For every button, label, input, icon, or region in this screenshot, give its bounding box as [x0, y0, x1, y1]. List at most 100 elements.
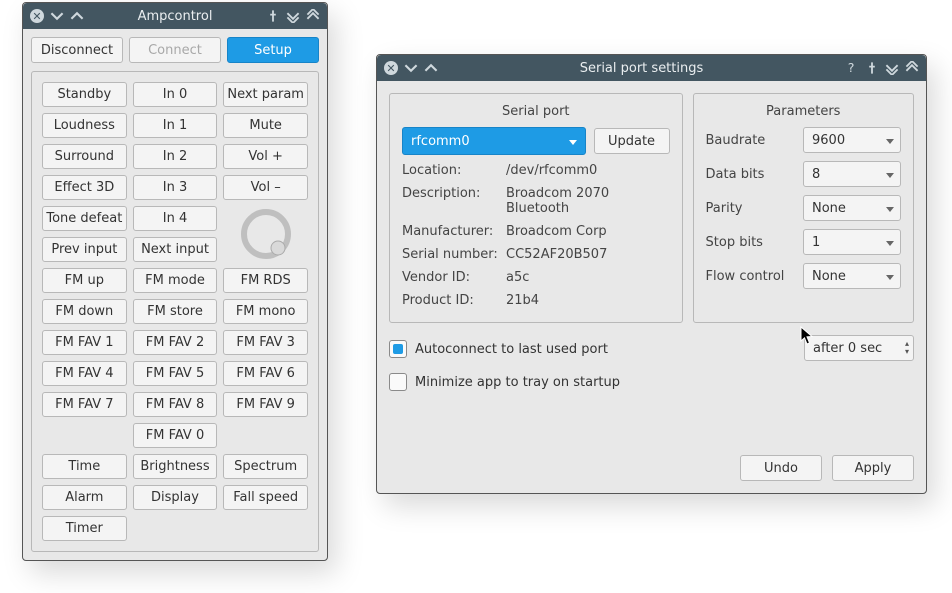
next-param-button[interactable]: Next param [223, 82, 308, 107]
time-button[interactable]: Time [42, 454, 127, 479]
fm-fav-6-button[interactable]: FM FAV 6 [223, 361, 308, 386]
parity-dropdown[interactable]: None [803, 195, 901, 221]
description-value: Broadcom 2070 Bluetooth [506, 186, 670, 216]
in4-button[interactable]: In 4 [133, 206, 218, 231]
databits-label: Data bits [706, 167, 765, 182]
loudness-button[interactable]: Loudness [42, 113, 127, 138]
location-value: /dev/rfcomm0 [506, 163, 670, 178]
serial-number-label: Serial number: [402, 247, 498, 262]
maximize-icon[interactable] [905, 61, 919, 75]
chevron-down-icon [886, 235, 894, 250]
close-icon[interactable]: ✕ [30, 9, 44, 23]
vendor-id-value: a5c [506, 270, 670, 285]
volume-knob[interactable] [223, 206, 308, 262]
vendor-id-label: Vendor ID: [402, 270, 498, 285]
next-input-button[interactable]: Next input [133, 237, 218, 262]
stopbits-value: 1 [812, 235, 820, 250]
serial-titlebar[interactable]: ✕ Serial port settings ? [377, 55, 926, 81]
in3-button[interactable]: In 3 [133, 175, 218, 200]
maximize-icon[interactable] [306, 9, 320, 23]
brightness-button[interactable]: Brightness [133, 454, 218, 479]
flowcontrol-label: Flow control [706, 269, 785, 284]
parity-label: Parity [706, 201, 743, 216]
flowcontrol-dropdown[interactable]: None [803, 263, 901, 289]
standby-button[interactable]: Standby [42, 82, 127, 107]
minimize-tray-label: Minimize app to tray on startup [415, 375, 620, 390]
stopbits-dropdown[interactable]: 1 [803, 229, 901, 255]
timer-button[interactable]: Timer [42, 516, 127, 541]
fm-store-button[interactable]: FM store [133, 299, 218, 324]
chevron-down-icon [569, 134, 577, 149]
fm-fav-0-button[interactable]: FM FAV 0 [133, 423, 218, 448]
effect3d-button[interactable]: Effect 3D [42, 175, 127, 200]
description-label: Description: [402, 186, 498, 216]
port-dropdown-value: rfcomm0 [411, 134, 470, 149]
disconnect-button[interactable]: Disconnect [31, 37, 123, 63]
prev-input-button[interactable]: Prev input [42, 237, 127, 262]
amp-button-frame: Standby In 0 Next param Loudness In 1 Mu… [31, 71, 319, 552]
fm-fav-5-button[interactable]: FM FAV 5 [133, 361, 218, 386]
databits-dropdown[interactable]: 8 [803, 161, 901, 187]
fm-fav-4-button[interactable]: FM FAV 4 [42, 361, 127, 386]
autoconnect-delay-spinbox[interactable]: after 0 sec ▴▾ [804, 335, 914, 361]
apply-button[interactable]: Apply [832, 455, 914, 481]
pin-icon[interactable] [865, 61, 879, 75]
fm-rds-button[interactable]: FM RDS [223, 268, 308, 293]
fm-fav-2-button[interactable]: FM FAV 2 [133, 330, 218, 355]
spectrum-button[interactable]: Spectrum [223, 454, 308, 479]
svg-text:?: ? [848, 61, 855, 75]
minimize-icon[interactable] [286, 9, 300, 23]
fm-fav-8-button[interactable]: FM FAV 8 [133, 392, 218, 417]
display-button[interactable]: Display [133, 485, 218, 510]
serial-port-panel-title: Serial port [402, 104, 670, 119]
manufacturer-value: Broadcom Corp [506, 224, 670, 239]
surround-button[interactable]: Surround [42, 144, 127, 169]
fall-speed-button[interactable]: Fall speed [223, 485, 308, 510]
autoconnect-delay-value: after 0 sec [813, 341, 882, 356]
fm-fav-7-button[interactable]: FM FAV 7 [42, 392, 127, 417]
product-id-value: 21b4 [506, 293, 670, 308]
location-label: Location: [402, 163, 498, 178]
chevron-down-icon [886, 133, 894, 148]
mute-button[interactable]: Mute [223, 113, 308, 138]
stopbits-label: Stop bits [706, 235, 763, 250]
undo-button[interactable]: Undo [740, 455, 822, 481]
setup-button[interactable]: Setup [227, 37, 319, 63]
chevron-up-icon[interactable] [70, 9, 84, 23]
baudrate-dropdown[interactable]: 9600 [803, 127, 901, 153]
minimize-tray-checkbox[interactable] [389, 373, 407, 391]
fm-fav-1-button[interactable]: FM FAV 1 [42, 330, 127, 355]
port-dropdown[interactable]: rfcomm0 [402, 127, 586, 155]
minimize-icon[interactable] [885, 61, 899, 75]
connect-button[interactable]: Connect [129, 37, 221, 63]
chevron-down-icon [886, 167, 894, 182]
parameters-panel-title: Parameters [706, 104, 901, 119]
fm-mode-button[interactable]: FM mode [133, 268, 218, 293]
autoconnect-checkbox[interactable] [389, 340, 407, 358]
fm-fav-3-button[interactable]: FM FAV 3 [223, 330, 308, 355]
alarm-button[interactable]: Alarm [42, 485, 127, 510]
vol-plus-button[interactable]: Vol + [223, 144, 308, 169]
vol-minus-button[interactable]: Vol – [223, 175, 308, 200]
serial-number-value: CC52AF20B507 [506, 247, 670, 262]
ampcontrol-body: Disconnect Connect Setup Standby In 0 Ne… [23, 29, 327, 560]
fm-down-button[interactable]: FM down [42, 299, 127, 324]
parity-value: None [812, 201, 846, 216]
tone-defeat-button[interactable]: Tone defeat [42, 206, 127, 231]
in2-button[interactable]: In 2 [133, 144, 218, 169]
chevron-up-icon[interactable] [424, 61, 438, 75]
manufacturer-label: Manufacturer: [402, 224, 498, 239]
close-icon[interactable]: ✕ [384, 61, 398, 75]
fm-up-button[interactable]: FM up [42, 268, 127, 293]
fm-mono-button[interactable]: FM mono [223, 299, 308, 324]
in0-button[interactable]: In 0 [133, 82, 218, 107]
ampcontrol-titlebar[interactable]: ✕ Ampcontrol [23, 3, 327, 29]
pin-icon[interactable] [266, 9, 280, 23]
fm-fav-9-button[interactable]: FM FAV 9 [223, 392, 308, 417]
chevron-down-icon[interactable] [50, 9, 64, 23]
update-button[interactable]: Update [594, 128, 670, 154]
in1-button[interactable]: In 1 [133, 113, 218, 138]
baudrate-value: 9600 [812, 133, 845, 148]
chevron-down-icon[interactable] [404, 61, 418, 75]
help-icon[interactable]: ? [845, 61, 859, 75]
